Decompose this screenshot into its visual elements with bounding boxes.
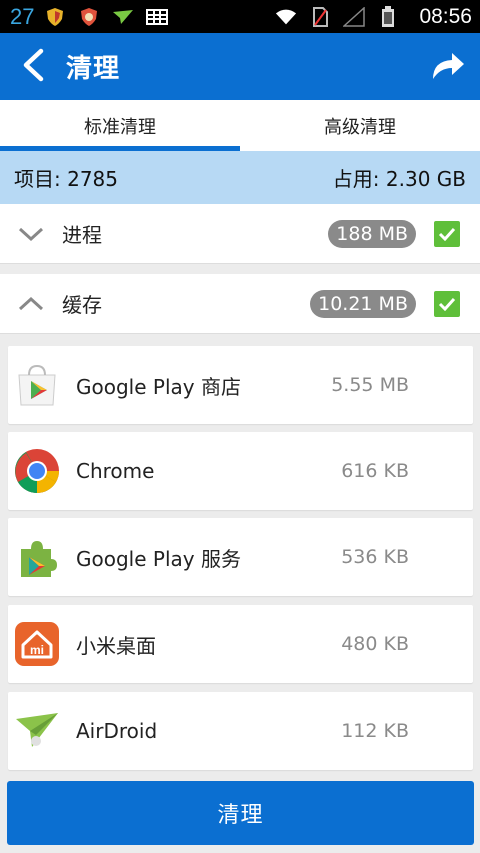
airdroid-icon — [14, 708, 60, 754]
app-name: 小米桌面 — [76, 633, 156, 658]
app-row-mi-launcher[interactable]: mi 小米桌面 480 KB — [8, 605, 473, 683]
app-size: 616 KB — [341, 460, 409, 482]
wifi-icon — [275, 7, 297, 27]
group-size-badge: 10.21 MB — [310, 289, 416, 318]
clock: 08:56 — [419, 4, 472, 28]
app-row-google-play-store[interactable]: Google Play 商店 5.55 MB — [8, 346, 473, 424]
group-checkbox[interactable] — [434, 290, 460, 317]
shield-icon — [44, 7, 66, 27]
share-arrow-icon — [430, 49, 466, 85]
chevron-up-icon[interactable] — [0, 274, 62, 334]
app-row-chrome[interactable]: Chrome 616 KB — [8, 432, 473, 510]
clean-button[interactable]: 清理 — [7, 781, 474, 845]
google-play-store-icon — [14, 362, 60, 408]
google-play-services-icon — [14, 534, 60, 580]
tab-bar: 标准清理 高级清理 — [0, 100, 480, 151]
group-row-cache[interactable]: 缓存 10.21 MB — [0, 274, 480, 334]
app-name: AirDroid — [76, 719, 158, 743]
signal-icon — [343, 6, 366, 27]
app-size: 536 KB — [341, 546, 409, 568]
app-name: Google Play 商店 — [76, 374, 241, 399]
app-bar: 清理 — [0, 33, 480, 100]
app-name: Google Play 服务 — [76, 546, 241, 571]
group-size-badge: 188 MB — [328, 219, 416, 248]
back-arrow-icon — [21, 48, 45, 86]
group-checkbox[interactable] — [434, 220, 460, 247]
app-name: Chrome — [76, 459, 155, 483]
tab-standard-clean[interactable]: 标准清理 — [0, 100, 240, 151]
share-button[interactable] — [416, 33, 480, 100]
summary-bar: 项目: 2785 占用: 2.30 GB — [0, 151, 480, 204]
app-row-google-play-services[interactable]: Google Play 服务 536 KB — [8, 518, 473, 596]
no-sim-icon — [309, 6, 331, 27]
status-bar: 27 08:56 — [0, 0, 480, 33]
group-label: 进程 — [62, 223, 102, 247]
battery-icon — [377, 5, 399, 27]
checkmark-icon — [438, 297, 456, 311]
shield-red-icon — [78, 7, 100, 27]
chrome-icon — [14, 448, 60, 494]
airdroid-icon — [112, 7, 134, 27]
group-row-process[interactable]: 进程 188 MB — [0, 204, 480, 264]
app-size: 480 KB — [341, 633, 409, 655]
group-label: 缓存 — [62, 293, 102, 317]
page-title: 清理 — [66, 54, 121, 84]
back-button[interactable] — [4, 33, 62, 100]
items-count: 项目: 2785 — [14, 167, 118, 191]
message-icon — [146, 7, 169, 27]
app-size: 112 KB — [341, 720, 409, 742]
tab-advanced-clean[interactable]: 高级清理 — [240, 100, 480, 151]
mi-launcher-icon: mi — [14, 621, 60, 667]
chevron-down-icon[interactable] — [0, 204, 62, 264]
mi-logo-text: mi — [30, 643, 44, 657]
app-row-airdroid[interactable]: AirDroid 112 KB — [8, 692, 473, 770]
checkmark-icon — [438, 227, 456, 241]
notification-count: 27 — [10, 3, 35, 29]
storage-usage: 占用: 2.30 GB — [332, 167, 466, 191]
app-size: 5.55 MB — [331, 374, 409, 396]
